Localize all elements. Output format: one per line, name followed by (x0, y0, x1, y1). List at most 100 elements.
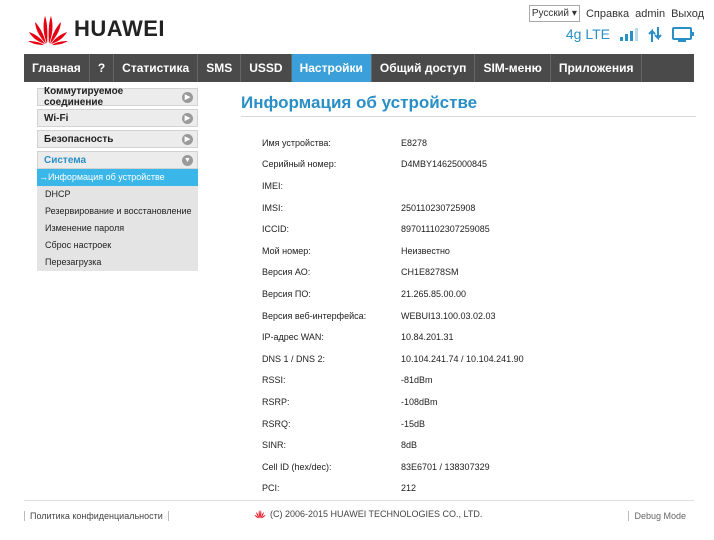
chevron-down-icon: ▾ (571, 8, 577, 19)
info-row: RSRP: -108dBm (262, 391, 682, 413)
info-row: Мой номер: Неизвестно (262, 240, 682, 262)
info-value: -15dB (401, 418, 426, 429)
info-value: Неизвестно (401, 245, 450, 256)
settings-sidebar: Коммутируемое соединение ▶ Wi-Fi ▶ Безоп… (37, 86, 198, 271)
sidebar-section-label: Система (44, 154, 87, 166)
sidebar-system-submenu: →Информация об устройстве DHCP Резервиро… (37, 169, 198, 271)
device-info-table: Имя устройства: E8278 Серийный номер: D4MBY… (262, 132, 682, 499)
info-row: IMSI: 250110230725908 (262, 197, 682, 219)
info-label: Серийный номер: (262, 159, 337, 170)
info-value: 8dB (401, 440, 418, 451)
sidebar-section-label: Wi-Fi (44, 112, 69, 124)
chevron-down-icon: ▼ (182, 154, 193, 166)
nav-item-home[interactable]: Главная (24, 54, 90, 82)
sidebar-item-reset[interactable]: Сброс настроек (37, 237, 198, 254)
info-row: IMEI: (262, 175, 682, 197)
help-link[interactable]: Справка (586, 8, 629, 20)
info-label: SINR: (262, 440, 287, 451)
logout-link[interactable]: Выход (671, 8, 704, 20)
info-label: RSRP: (262, 396, 290, 407)
info-label: PCI: (262, 483, 280, 494)
chevron-right-icon: ▶ (182, 91, 193, 103)
nav-item-ussd[interactable]: USSD (241, 54, 292, 82)
network-type: 4g LTE (565, 26, 610, 42)
nav-item-apps[interactable]: Приложения (551, 54, 643, 82)
sidebar-item-backup-restore[interactable]: Резервирование и восстановление (37, 203, 198, 220)
sidebar-section-security[interactable]: Безопасность ▶ (37, 130, 198, 148)
info-label: Версия ПО: (262, 288, 311, 299)
info-row: Имя устройства: E8278 (262, 132, 682, 154)
info-row: Версия АО: CH1E8278SM (262, 262, 682, 284)
info-row: RSRQ: -15dB (262, 413, 682, 435)
sidebar-section-label: Безопасность (44, 133, 114, 145)
nav-item-sharing[interactable]: Общий доступ (372, 54, 476, 82)
info-row: DNS 1 / DNS 2: 10.104.241.74 / 10.104.241… (262, 348, 682, 370)
language-value: Русский (531, 8, 569, 19)
chevron-right-icon: ▶ (182, 133, 193, 145)
monitor-icon (672, 26, 694, 42)
info-row: IP-адрес WAN: 10.84.201.31 (262, 326, 682, 348)
info-value: 250110230725908 (401, 202, 476, 213)
info-value: -81dBm (401, 375, 433, 386)
language-select[interactable]: Русский ▾ (528, 5, 580, 22)
info-row: Версия веб-интерфейса: WEBUI13.100.03.02.… (262, 305, 682, 327)
info-row: PCI: 212 (262, 478, 682, 500)
info-label: Имя устройства: (262, 137, 331, 148)
copyright: (C) 2006-2015 HUAWEI TECHNOLOGIES CO., L… (254, 509, 482, 519)
info-value: 10.104.241.74 / 10.104.241.90 (401, 353, 524, 364)
sidebar-section-dialup[interactable]: Коммутируемое соединение ▶ (37, 86, 198, 108)
huawei-logo: HUAWEI (28, 12, 165, 46)
info-label: RSRQ: (262, 418, 291, 429)
nav-item-statistics[interactable]: Статистика (114, 54, 199, 82)
user-name: admin (635, 7, 666, 20)
huawei-flower-icon (28, 16, 68, 45)
info-value: 212 (401, 483, 417, 494)
info-label: IMSI: (262, 202, 284, 213)
huawei-flower-icon (254, 510, 266, 519)
info-value: 21.265.85.00.00 (401, 288, 467, 299)
info-label: DNS 1 / DNS 2: (262, 353, 326, 364)
nav-item-settings[interactable]: Настройки (291, 54, 372, 82)
info-label: IP-адрес WAN: (262, 332, 324, 343)
info-label: Мой номер: (262, 245, 311, 256)
main-navigation: Главная ? Статистика SMS USSD Настройки … (24, 54, 694, 82)
copyright-text: (C) 2006-2015 HUAWEI TECHNOLOGIES CO., L… (270, 509, 483, 519)
sidebar-section-system[interactable]: Система ▼ (37, 151, 198, 169)
sidebar-section-wifi[interactable]: Wi-Fi ▶ (37, 109, 198, 127)
privacy-link[interactable]: Политика конфиденциальности (24, 511, 169, 521)
signal-bars-icon (620, 27, 638, 41)
up-down-arrows-icon (648, 26, 662, 42)
info-value: WEBUI13.100.03.02.03 (401, 310, 496, 321)
sidebar-item-device-info[interactable]: →Информация об устройстве (37, 169, 198, 186)
footer-divider (24, 500, 694, 501)
info-value: -108dBm (401, 396, 438, 407)
info-label: Версия веб-интерфейса: (262, 310, 367, 321)
sidebar-item-dhcp[interactable]: DHCP (37, 186, 198, 203)
info-row: ICCID: 897011102307259085 (262, 218, 682, 240)
info-label: IMEI: (262, 180, 284, 191)
info-label: RSSI: (262, 375, 286, 386)
top-links: Русский ▾ Справка admin Выход (528, 5, 704, 22)
info-row: SINR: 8dB (262, 434, 682, 456)
debug-mode-link[interactable]: Debug Mode (628, 511, 686, 521)
sidebar-section-label: Коммутируемое соединение (44, 86, 124, 108)
info-row: Серийный номер: D4MBY14625000845 (262, 154, 682, 176)
info-row: Cell ID (hex/dec): 83E6701 / 138307329 (262, 456, 682, 478)
footer: Политика конфиденциальности (C) 2006-201… (24, 508, 694, 526)
nav-item-sms[interactable]: SMS (198, 54, 242, 82)
info-label: Версия АО: (262, 267, 311, 278)
info-value: 897011102307259085 (401, 224, 490, 235)
sidebar-item-reboot[interactable]: Перезагрузка (37, 254, 198, 271)
info-row: Версия ПО: 21.265.85.00.00 (262, 283, 682, 305)
nav-item-sim-menu[interactable]: SIM-меню (475, 54, 551, 82)
info-label: Cell ID (hex/dec): (262, 461, 332, 472)
info-value: 10.84.201.31 (401, 332, 454, 343)
chevron-right-icon: ▶ (182, 112, 193, 124)
info-value: D4MBY14625000845 (401, 159, 488, 170)
page-title: Информация об устройстве (241, 93, 478, 112)
info-value: E8278 (401, 137, 428, 148)
status-indicators: 4g LTE (566, 26, 694, 42)
nav-item-help[interactable]: ? (90, 54, 115, 82)
info-value: CH1E8278SM (401, 267, 459, 278)
sidebar-item-change-password[interactable]: Изменение пароля (37, 220, 198, 237)
